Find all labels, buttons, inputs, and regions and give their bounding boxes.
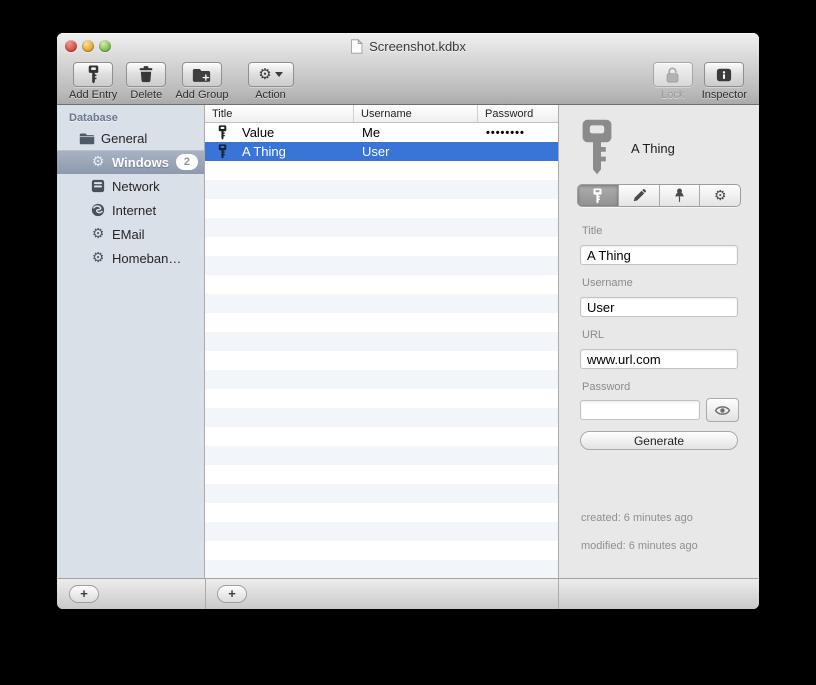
username-field-label: Username [582,277,633,289]
titlebar[interactable]: Screenshot.kdbx [57,33,759,59]
add-entry-button[interactable]: Add Entry [69,62,117,101]
modified-timestamp: modified: 6 minutes ago [581,540,698,552]
document-icon [351,38,364,54]
sidebar-item-label: EMail [112,226,145,242]
window-title-area: Screenshot.kdbx [57,33,759,59]
sidebar-item-label: Homeban… [112,250,182,266]
sidebar-item-internet[interactable]: Internet [57,198,204,222]
lock-label: Lock [661,89,685,101]
pane-divider [558,579,559,609]
globe-icon [90,202,106,218]
sidebar-item-label: Internet [112,202,157,218]
add-group-plus-button[interactable]: + [69,585,99,603]
sidebar-section-header: Database [69,112,118,124]
toolbar: Add Entry Delete Add Group ⚙ Action Lock… [57,60,759,104]
app-window: Screenshot.kdbx Add Entry Delete Add Gro… [57,33,759,609]
title-field-label: Title [582,225,603,237]
sidebar-item-label: Network [112,178,160,194]
sidebar-item-email[interactable]: ⚙ EMail [57,222,204,246]
pane-divider [205,579,206,609]
table-row-selected[interactable]: A Thing User [205,142,558,161]
window-title: Screenshot.kdbx [369,38,466,54]
inspector-tab-bar: ⚙ [577,184,741,207]
tab-notes[interactable] [619,185,660,206]
column-header-title[interactable]: Title [205,105,354,122]
pin-icon [674,188,684,202]
sidebar-item-label: Windows [112,154,169,170]
tab-custom-fields[interactable]: ⚙ [700,185,740,206]
inspector-entry-title: A Thing [631,141,675,156]
url-field[interactable] [580,349,738,369]
add-group-label: Add Group [175,89,229,101]
key-icon [218,144,229,159]
created-timestamp: created: 6 minutes ago [581,512,693,524]
add-group-button[interactable]: Add Group [175,62,229,101]
gear-icon: ⚙ [713,187,727,204]
folder-plus-icon [193,68,211,82]
info-icon [717,68,732,81]
bottom-bar: + + [57,578,759,609]
unlock-icon [666,67,679,82]
sidebar: Database General ⚙ Windows 2 Network Int… [57,105,205,578]
title-field[interactable] [580,245,738,265]
column-header-password[interactable]: Password [478,105,558,122]
username-field[interactable] [580,297,738,317]
inspector-label: Inspector [701,89,747,101]
gear-icon: ⚙ [91,226,105,242]
table-row[interactable]: Value Me •••••••• [205,123,558,142]
table-header: Title Username Password [205,105,558,123]
chevron-down-icon [274,72,283,77]
table-empty-area [205,161,558,578]
lock-button[interactable]: Lock [652,62,693,101]
entry-title: Value [242,125,275,140]
count-badge: 2 [175,154,198,170]
password-field-label: Password [582,381,631,393]
pencil-icon [633,188,646,201]
add-entry-plus-button[interactable]: + [217,585,247,603]
show-password-button[interactable] [706,398,739,422]
server-icon [90,178,106,194]
add-entry-label: Add Entry [69,89,118,101]
generate-button[interactable]: Generate [580,431,738,450]
key-icon [593,187,602,204]
tab-general[interactable] [578,185,619,206]
entry-username: Me [362,125,381,140]
trash-icon [139,66,153,83]
inspector-button[interactable]: Inspector [702,62,747,101]
key-icon [582,119,612,175]
entry-password-masked: •••••••• [486,126,525,139]
action-label: Action [255,89,286,101]
folder-icon [79,130,95,146]
entry-title: A Thing [242,144,286,159]
window-header: Screenshot.kdbx Add Entry Delete Add Gro… [57,33,759,105]
column-header-username[interactable]: Username [354,105,478,122]
sidebar-group-general[interactable]: General [57,126,204,150]
key-icon [88,65,98,84]
action-button[interactable]: ⚙ Action [247,62,294,101]
password-field[interactable] [580,400,700,420]
key-icon [218,125,229,140]
tab-attachments[interactable] [660,185,701,206]
gear-icon: ⚙ [91,250,105,266]
inspector-panel: A Thing ⚙ Title Username URL [558,105,759,578]
entry-username: User [362,144,390,159]
delete-label: Delete [130,89,163,101]
sidebar-item-network[interactable]: Network [57,174,204,198]
delete-button[interactable]: Delete [126,62,167,101]
entry-table: Title Username Password Value Me •••••••… [205,105,558,578]
gear-icon: ⚙ [258,65,272,83]
gear-icon: ⚙ [91,154,105,170]
url-field-label: URL [582,329,605,341]
sidebar-item-windows[interactable]: ⚙ Windows 2 [57,150,204,174]
sidebar-group-label: General [101,130,148,146]
sidebar-item-homebanking[interactable]: ⚙ Homeban… [57,246,204,270]
eye-icon [714,405,731,415]
